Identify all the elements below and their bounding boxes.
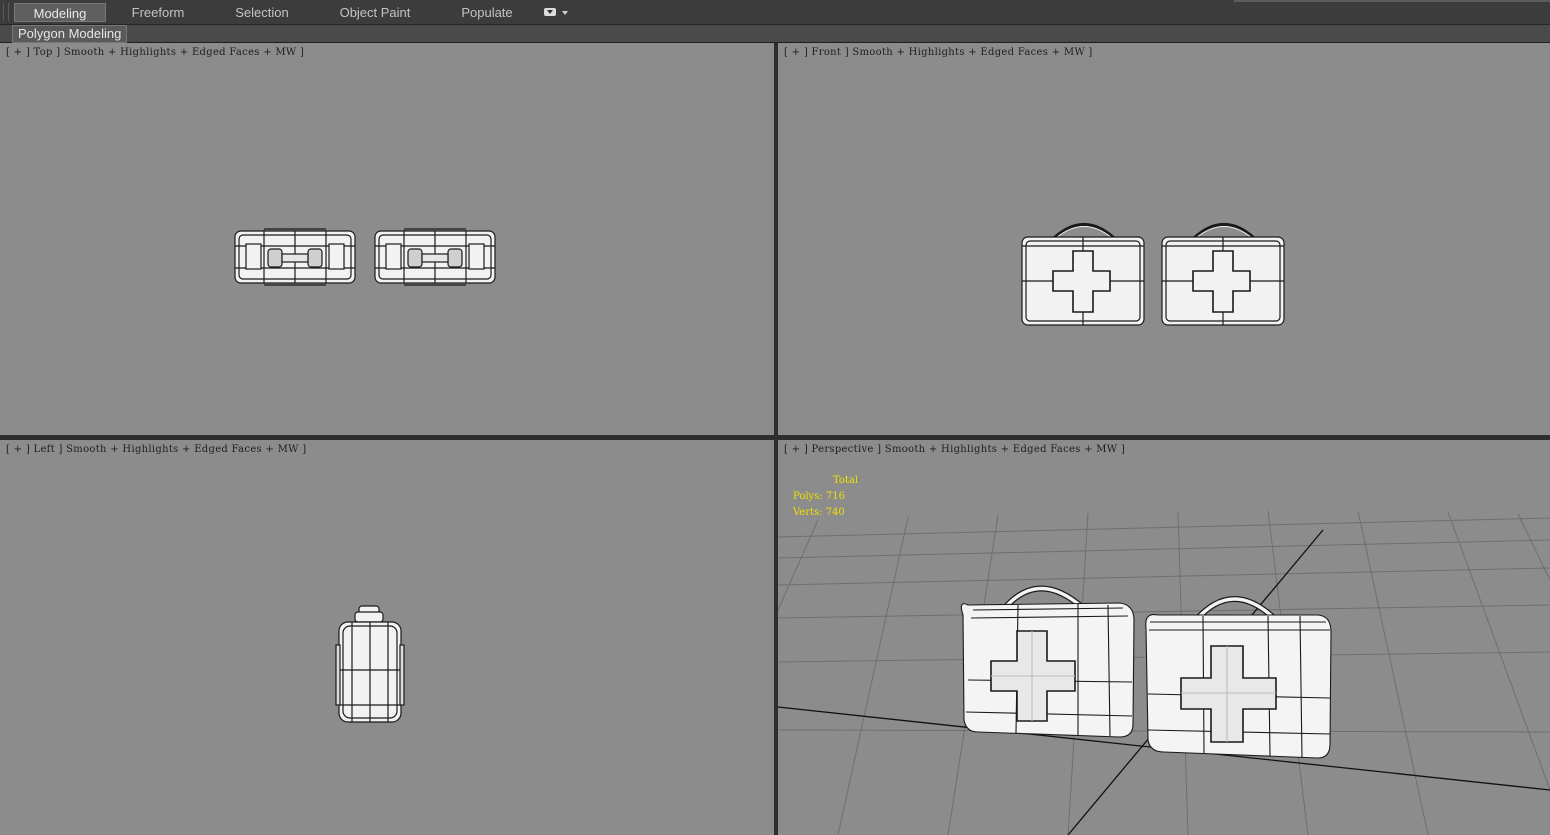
ribbon-grip-handle[interactable]: [3, 3, 9, 21]
medkit-top-2: [374, 228, 496, 286]
medkit-persp-1: [960, 585, 1135, 738]
left-view-model: [335, 605, 405, 723]
top-view-models: [234, 228, 496, 286]
ribbon-panel-bar: [0, 25, 1550, 43]
tab-freeform[interactable]: Freeform: [116, 3, 200, 22]
viewport-perspective[interactable]: [ + ] Perspective ] Smooth + Highlights …: [778, 440, 1550, 835]
panel-polygon-modeling[interactable]: Polygon Modeling: [12, 25, 128, 43]
medkit-top-1: [234, 228, 356, 286]
tab-object-paint[interactable]: Object Paint: [324, 3, 426, 22]
ribbon-options-dropdown-icon[interactable]: [542, 7, 570, 19]
medkit-front-2: [1161, 223, 1285, 326]
medkit-persp-2: [1145, 596, 1332, 759]
ribbon-options-box-icon: [544, 8, 556, 16]
tab-populate[interactable]: Populate: [446, 3, 528, 22]
perspective-scene: [778, 510, 1550, 835]
ribbon-bar: Modeling Freeform Selection Object Paint…: [0, 0, 1550, 25]
front-view-models: [1021, 223, 1285, 326]
tab-modeling[interactable]: Modeling: [14, 3, 106, 22]
viewport-left[interactable]: [ + ] Left ] Smooth + Highlights + Edged…: [0, 440, 774, 835]
medkit-front-1: [1021, 223, 1145, 326]
tab-selection[interactable]: Selection: [218, 3, 306, 22]
chevron-down-icon: [562, 11, 568, 15]
ribbon-top-line: [1234, 0, 1550, 2]
viewport-divider-horizontal[interactable]: [0, 435, 1550, 440]
viewport-top[interactable]: [ + ] Top ] Smooth + Highlights + Edged …: [0, 43, 774, 435]
viewport-front[interactable]: [ + ] Front ] Smooth + Highlights + Edge…: [778, 43, 1550, 435]
medkit-left: [335, 605, 405, 723]
